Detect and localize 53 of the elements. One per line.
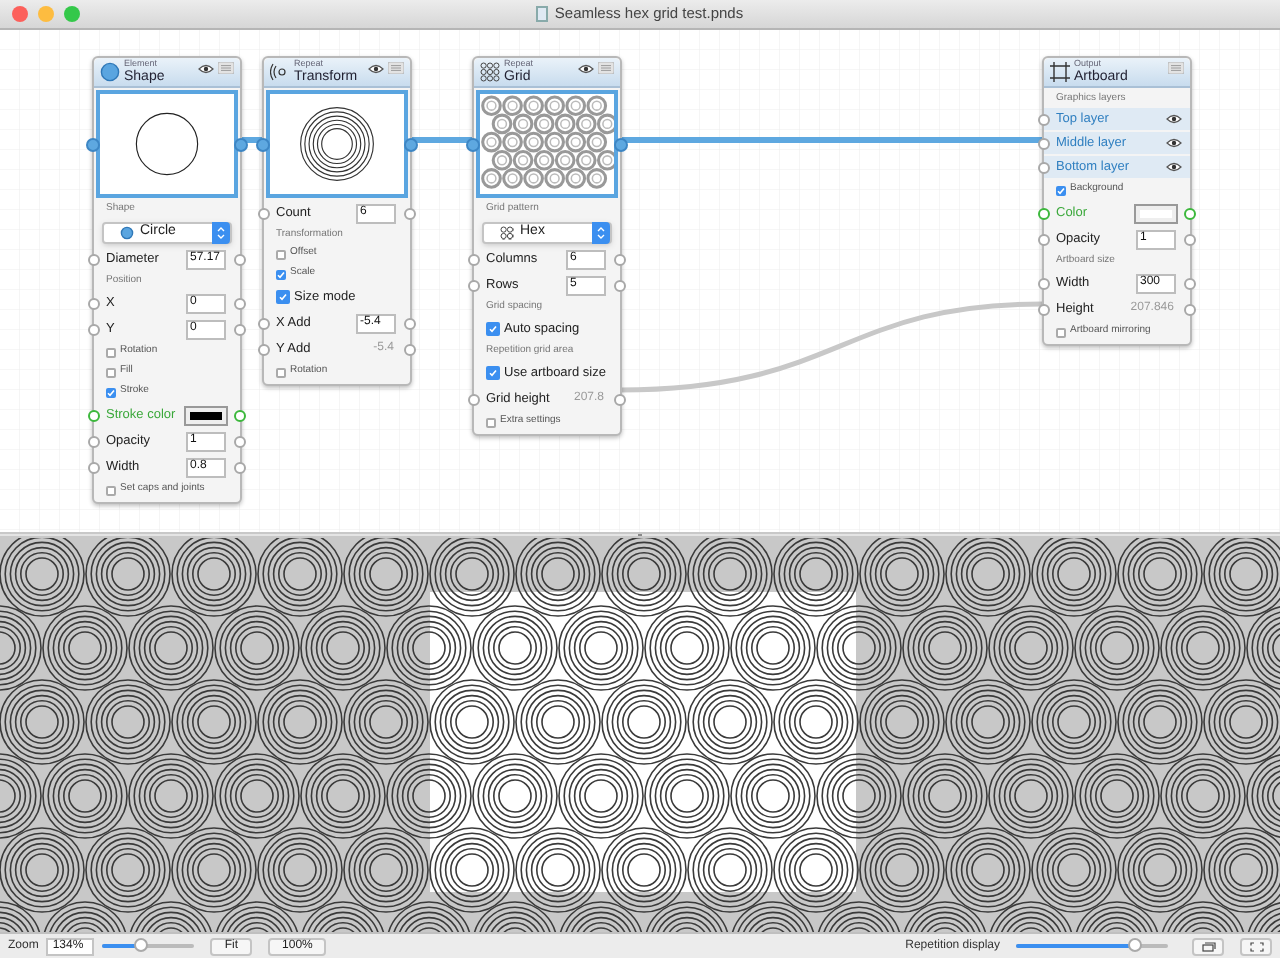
- eye-icon[interactable]: [578, 63, 594, 73]
- eye-icon[interactable]: [1166, 162, 1182, 172]
- circle-icon: [100, 62, 120, 82]
- checkbox[interactable]: [276, 367, 286, 377]
- output-port[interactable]: [404, 343, 416, 355]
- minimize-button[interactable]: [38, 6, 54, 22]
- output-port[interactable]: [234, 461, 246, 473]
- document-icon: [536, 6, 549, 22]
- slider-thumb[interactable]: [1127, 938, 1142, 952]
- output-port[interactable]: [1184, 303, 1196, 315]
- output-port[interactable]: [614, 253, 626, 265]
- circle-icon: [120, 225, 134, 239]
- eye-icon[interactable]: [1166, 138, 1182, 148]
- windows-icon: [1201, 941, 1215, 951]
- fullscreen-icon: [1249, 941, 1263, 951]
- repeat-rings-icon: [270, 62, 290, 82]
- circle-grid-icon: [480, 62, 500, 82]
- output-port[interactable]: [234, 297, 246, 309]
- output-port[interactable]: [234, 253, 246, 265]
- checkbox[interactable]: [1056, 327, 1066, 337]
- checkbox[interactable]: [276, 249, 286, 259]
- checkbox[interactable]: [106, 347, 116, 357]
- output-port[interactable]: [234, 409, 246, 421]
- output-port[interactable]: [404, 317, 416, 329]
- artboard-icon: [1050, 62, 1070, 82]
- split-handle[interactable]: [638, 534, 642, 536]
- output-port[interactable]: [1184, 207, 1196, 219]
- checkbox[interactable]: [486, 417, 496, 427]
- menu-icon[interactable]: [1168, 62, 1184, 74]
- circle-grid-icon: [500, 225, 514, 239]
- slider-thumb[interactable]: [134, 938, 149, 952]
- output-port[interactable]: [614, 393, 626, 405]
- color-swatch[interactable]: [1136, 205, 1176, 221]
- checkbox[interactable]: [106, 367, 116, 377]
- output-port[interactable]: [1184, 277, 1196, 289]
- windows-button[interactable]: [1192, 937, 1224, 955]
- close-button[interactable]: [12, 6, 28, 22]
- output-port[interactable]: [404, 207, 416, 219]
- connection-line: [240, 137, 262, 143]
- eye-icon[interactable]: [1166, 114, 1182, 124]
- output-port[interactable]: [234, 323, 246, 335]
- output-port[interactable]: [614, 279, 626, 291]
- output-port[interactable]: [234, 435, 246, 447]
- stepper-icon: [216, 225, 226, 239]
- eye-icon[interactable]: [198, 63, 214, 73]
- checkbox[interactable]: [106, 485, 116, 495]
- stepper-icon: [596, 225, 606, 239]
- eye-icon[interactable]: [368, 63, 384, 73]
- fullscreen-button[interactable]: [1240, 937, 1272, 955]
- color-swatch[interactable]: [186, 407, 226, 423]
- zoom-button[interactable]: [64, 6, 80, 22]
- output-port[interactable]: [1184, 233, 1196, 245]
- connection-line: [410, 137, 472, 143]
